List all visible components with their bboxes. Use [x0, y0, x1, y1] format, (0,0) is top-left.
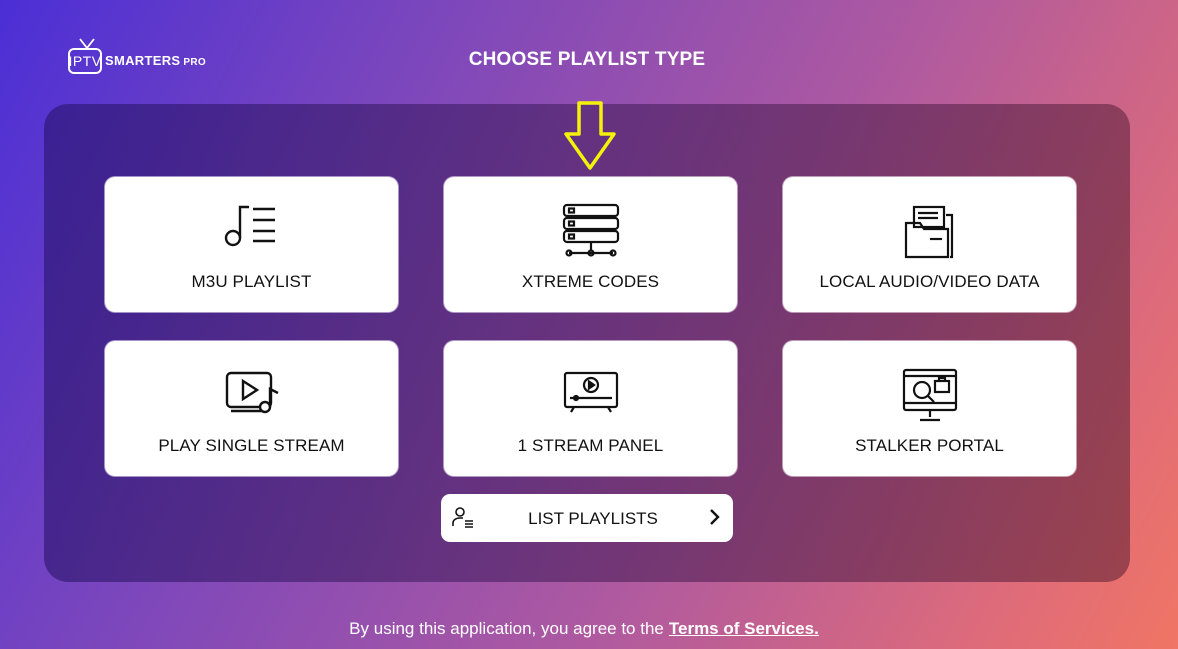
video-music-icon [105, 367, 398, 425]
option-1-stream-panel[interactable]: 1 STREAM PANEL [444, 341, 737, 476]
down-arrow-icon [564, 101, 616, 170]
chevron-right-icon [710, 509, 720, 525]
option-xtreme-codes[interactable]: XTREME CODES [444, 177, 737, 312]
server-icon [444, 203, 737, 261]
option-local-audio-video[interactable]: LOCAL AUDIO/VIDEO DATA [783, 177, 1076, 312]
monitor-search-icon [783, 367, 1076, 425]
option-label: PLAY SINGLE STREAM [158, 436, 345, 455]
option-label: 1 STREAM PANEL [517, 436, 664, 455]
folder-files-icon [783, 203, 1076, 261]
page-title: CHOOSE PLAYLIST TYPE [468, 49, 706, 70]
music-list-icon [105, 203, 398, 261]
option-label: M3U PLAYLIST [191, 272, 312, 291]
option-label: LOCAL AUDIO/VIDEO DATA [819, 272, 1040, 291]
terms-text: By using this application, you agree to … [349, 619, 664, 638]
tv-play-icon [444, 367, 737, 425]
list-playlists-button[interactable]: LIST PLAYLISTS [441, 494, 733, 542]
option-label: STALKER PORTAL [855, 436, 1004, 455]
option-play-single-stream[interactable]: PLAY SINGLE STREAM [105, 341, 398, 476]
list-playlists-label: LIST PLAYLISTS [528, 509, 658, 528]
option-m3u-playlist[interactable]: M3U PLAYLIST [105, 177, 398, 312]
option-stalker-portal[interactable]: STALKER PORTAL [783, 341, 1076, 476]
terms-footer: By using this application, you agree to … [0, 619, 1168, 639]
option-label: XTREME CODES [521, 272, 660, 291]
terms-link[interactable]: Terms of Services. [669, 619, 819, 638]
